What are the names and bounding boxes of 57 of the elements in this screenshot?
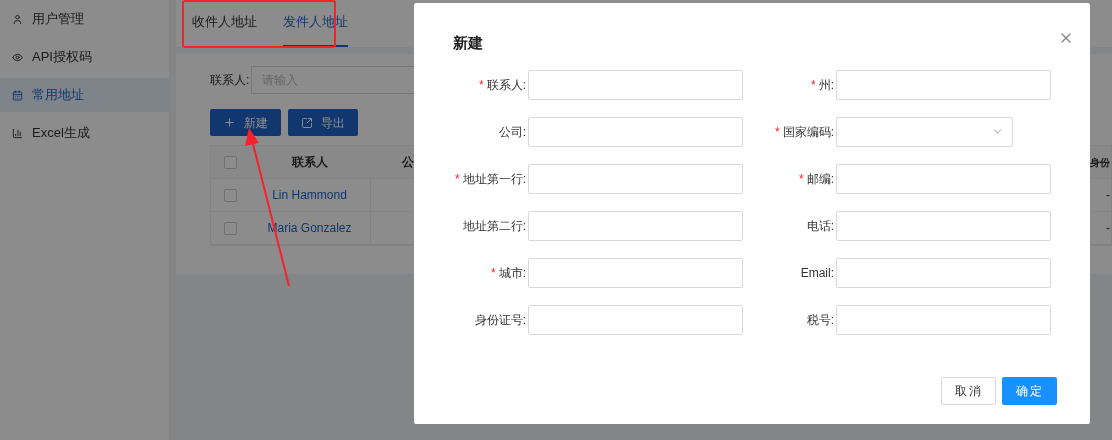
contact-link[interactable]: Lin Hammond	[272, 186, 347, 204]
field-label: 联系人:	[486, 76, 526, 94]
input-field[interactable]	[528, 69, 743, 100]
field-label: 地址第一行:	[462, 170, 526, 188]
tab[interactable]: 收件人地址	[192, 0, 257, 47]
field-label: 邮编:	[806, 170, 834, 188]
input-field[interactable]	[528, 304, 743, 335]
field-label: 税号:	[806, 311, 834, 329]
filter-label: 联系人:	[210, 72, 250, 89]
checkbox[interactable]	[223, 188, 237, 202]
eye-icon	[12, 51, 23, 63]
input-field[interactable]	[836, 304, 1051, 335]
tab[interactable]: 发件人地址	[283, 0, 348, 47]
required-asterisk: *	[775, 123, 780, 141]
cancel-button[interactable]: 取消	[941, 376, 996, 405]
select-field[interactable]	[836, 116, 1013, 147]
required-asterisk: *	[479, 76, 484, 94]
sidebar-item[interactable]: Excel生成	[0, 116, 169, 150]
input-field[interactable]	[836, 210, 1051, 241]
required-asterisk: *	[491, 264, 496, 282]
input-field[interactable]	[528, 116, 743, 147]
input-field[interactable]	[528, 257, 743, 288]
plus-icon	[223, 116, 236, 129]
calendar-icon	[12, 89, 23, 101]
sidebar-item[interactable]: 用户管理	[0, 2, 169, 36]
input-field[interactable]	[836, 163, 1051, 194]
required-asterisk: *	[455, 170, 460, 188]
required-asterisk: *	[811, 76, 816, 94]
user-icon	[12, 13, 23, 25]
field-label: Email:	[800, 264, 834, 282]
confirm-button[interactable]: 确定	[1002, 376, 1057, 405]
export-button[interactable]: 导出	[288, 109, 358, 136]
field-label: 国家编码:	[782, 123, 834, 141]
field-label: 州:	[818, 76, 834, 94]
input-field[interactable]	[528, 163, 743, 194]
input-field[interactable]	[836, 257, 1051, 288]
input-field[interactable]	[836, 69, 1051, 100]
column-header: 联系人	[292, 154, 328, 171]
input-field[interactable]	[528, 210, 743, 241]
required-asterisk: *	[799, 170, 804, 188]
field-label: 身份证号:	[474, 311, 526, 329]
column-header: 身份	[1090, 155, 1111, 170]
field-label: 地址第二行:	[462, 217, 526, 235]
dialog-title: 新建	[453, 33, 483, 53]
sidebar-item[interactable]: 常用地址	[0, 78, 169, 112]
table-cell-text: -	[1105, 220, 1111, 237]
bar-chart-icon	[12, 127, 23, 139]
checkbox[interactable]	[223, 155, 237, 169]
new-button[interactable]: 新建	[210, 109, 281, 136]
sidebar-item[interactable]: API授权码	[0, 40, 169, 74]
checkbox[interactable]	[223, 221, 237, 235]
field-label: 城市:	[498, 264, 526, 282]
export-icon	[301, 116, 313, 129]
field-label: 公司:	[498, 123, 526, 141]
column-header: 公	[402, 155, 414, 169]
table-cell-text: -	[1105, 187, 1111, 204]
field-label: 电话:	[806, 217, 834, 235]
